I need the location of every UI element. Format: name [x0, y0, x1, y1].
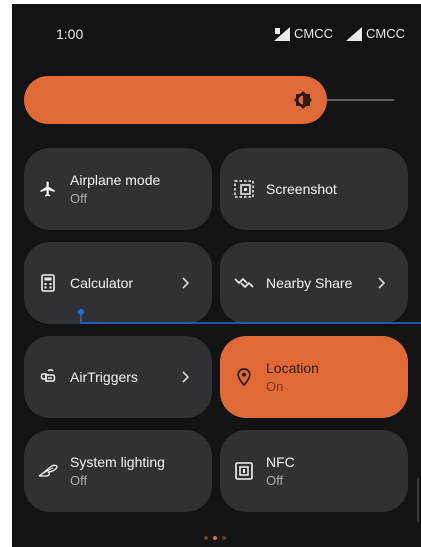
signal-icon — [274, 26, 290, 41]
chevron-right-icon[interactable] — [178, 276, 192, 290]
tile-label: System lighting — [70, 453, 165, 470]
location-pin-icon — [234, 367, 254, 387]
tile-label: AirTriggers — [70, 368, 138, 385]
screenshot-icon — [234, 179, 254, 199]
brightness-slider[interactable] — [24, 76, 394, 124]
carrier-1-label: CMCC — [294, 26, 333, 41]
carrier-1: CMCC — [274, 26, 333, 41]
brightness-fill[interactable] — [24, 76, 327, 124]
nearby-share-icon — [234, 273, 254, 293]
status-bar: 1:00 CMCC CMCC — [12, 4, 421, 60]
nfc-icon — [234, 461, 254, 481]
page-indicator — [204, 536, 226, 540]
tile-label: Airplane mode — [70, 171, 161, 188]
carrier-2-label: CMCC — [366, 26, 405, 41]
tile-location[interactable]: Location On — [220, 336, 408, 418]
quick-settings-panel: 1:00 CMCC CMCC Airplane mode Off Screens… — [12, 4, 421, 547]
tile-airplane-mode[interactable]: Airplane mode Off — [24, 148, 212, 230]
carrier-2: CMCC — [346, 26, 405, 41]
tile-label: NFC — [266, 453, 295, 470]
tile-nfc[interactable]: NFC Off — [220, 430, 408, 512]
tile-airtriggers[interactable]: AirTriggers — [24, 336, 212, 418]
tile-state: Off — [70, 472, 88, 488]
calculator-icon — [38, 273, 58, 293]
tile-screenshot[interactable]: Screenshot — [220, 148, 408, 230]
tile-label: Screenshot — [266, 180, 337, 197]
status-time: 1:00 — [56, 26, 84, 42]
signal-icon — [346, 26, 362, 41]
tile-label: Location — [266, 359, 319, 376]
scroll-indicator — [417, 478, 419, 522]
tile-state: Off — [266, 472, 284, 488]
tile-state: Off — [70, 190, 88, 206]
tile-nearby-share[interactable]: Nearby Share — [220, 242, 408, 324]
tile-label: Calculator — [70, 274, 134, 291]
tile-calculator[interactable]: Calculator — [24, 242, 212, 324]
tile-state: On — [266, 378, 284, 394]
page-dot[interactable] — [204, 536, 208, 540]
brightness-icon[interactable] — [291, 88, 315, 112]
airplane-icon — [38, 179, 58, 199]
tile-label: Nearby Share — [266, 274, 353, 291]
airtriggers-icon — [38, 367, 58, 387]
chevron-right-icon[interactable] — [178, 370, 192, 384]
page-dot[interactable] — [222, 536, 226, 540]
rog-logo-icon — [38, 461, 58, 481]
chevron-right-icon[interactable] — [374, 276, 388, 290]
page-dot-active[interactable] — [213, 536, 217, 540]
tile-system-lighting[interactable]: System lighting Off — [24, 430, 212, 512]
